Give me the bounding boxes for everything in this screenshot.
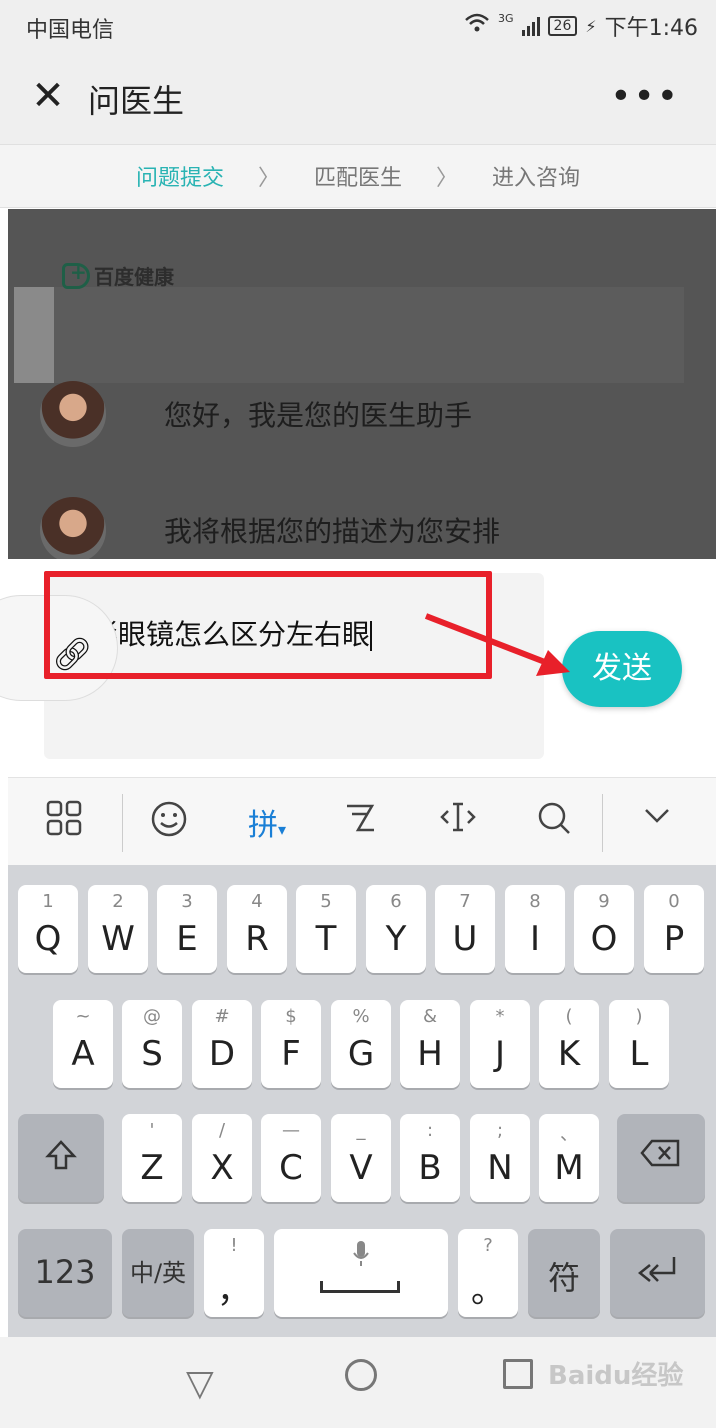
message-text: 我将根据您的描述为您安排 [164,515,501,548]
enter-icon [610,1253,705,1293]
battery-icon: 26 [547,16,578,36]
key-p[interactable]: 0P [644,885,704,973]
chevron-right-icon: 〉 [436,166,459,191]
key-c[interactable]: — C [261,1114,321,1202]
enter-key[interactable] [610,1229,705,1317]
health-logo-icon [62,260,90,289]
assistant-avatar [40,497,106,559]
key-w[interactable]: 2W [88,885,148,973]
compose-area: 隐形眼镜怎么区分左右眼 🔗︎ 发送 [0,559,716,777]
shift-icon [18,1138,104,1180]
message-text: 您好，我是您的医生助手 [164,399,473,432]
language-switch-key[interactable]: 中/英 [122,1229,194,1317]
key-l[interactable]: ) L [609,1000,669,1088]
space-key[interactable] [274,1229,448,1317]
chat-message: 我将根据您的描述为您安排 [40,497,500,559]
blurred-card [14,287,684,383]
key-n[interactable]: ; N [470,1114,530,1202]
charging-icon: ⚡ [585,16,597,36]
brand-name: 百度健康 [94,265,174,289]
grid-menu-icon[interactable] [46,800,82,844]
status-bar: 中国电信 3G 26 ⚡ 下午1:46 [0,0,716,52]
key-x[interactable]: / X [192,1114,252,1202]
key-v[interactable]: _ V [331,1114,391,1202]
home-circle-icon[interactable] [345,1359,377,1391]
key-a[interactable]: ~ A [53,1000,113,1088]
key-r[interactable]: 4R [227,885,287,973]
space-bar-icon [320,1281,400,1293]
key-m[interactable]: 、 M [539,1114,599,1202]
key-f[interactable]: $ F [261,1000,321,1088]
shift-key[interactable] [18,1114,104,1202]
clock: 下午1:46 [604,16,698,41]
key-t[interactable]: 5T [296,885,356,973]
carrier-label: 中国电信 [26,18,115,43]
key-s[interactable]: @ S [122,1000,182,1088]
key-q[interactable]: 1Q [18,885,78,973]
recent-apps-icon[interactable] [503,1359,533,1389]
search-icon[interactable] [536,800,572,844]
period-key[interactable]: ?。 [458,1229,518,1317]
numbers-key[interactable]: 123 [18,1229,112,1317]
watermark: Baidu经验 [548,1361,684,1391]
key-d[interactable]: # D [192,1000,252,1088]
cursor-move-icon[interactable] [438,800,478,842]
back-triangle-icon[interactable]: ▽ [186,1363,214,1404]
key-h[interactable]: & H [400,1000,460,1088]
step-enter-consultation: 进入咨询 [492,166,581,191]
wifi-icon [464,13,490,39]
pinyin-mode-button[interactable]: 拼▾ [248,800,286,844]
microphone-icon [274,1237,448,1275]
progress-steps: 问题提交 〉 匹配医生 〉 进入咨询 [0,144,716,208]
key-u[interactable]: 7U [435,885,495,973]
key-k[interactable]: (K [539,1000,599,1088]
key-i[interactable]: 8I [505,885,565,973]
symbols-key[interactable]: 符 [528,1229,600,1317]
chat-area-overlay: 百度健康 您好，我是您的医生助手 我将根据您的描述为您安排 [8,209,716,559]
key-e[interactable]: 3E [157,885,217,973]
backspace-key[interactable] [617,1114,705,1202]
signal-icon [521,16,540,36]
emoji-icon[interactable] [150,800,188,846]
key-b[interactable]: :B [400,1114,460,1202]
comma-key[interactable]: !， [204,1229,264,1317]
handwriting-icon[interactable] [344,800,378,842]
page-title: 问医生 [88,82,185,120]
app-header: ✕ 问医生 ••• [0,52,716,144]
key-z[interactable]: ' Z [122,1114,182,1202]
system-nav-bar: ▽ Baidu经验 [0,1337,716,1428]
close-icon[interactable]: ✕ [28,76,68,118]
chevron-right-icon: 〉 [257,166,280,191]
keyboard-toolbar: 拼▾ [8,777,716,865]
step-match-doctor: 匹配医生 [313,166,402,191]
more-options-icon[interactable]: ••• [610,76,680,117]
assistant-avatar [40,381,106,447]
send-button[interactable]: 发送 [562,631,682,707]
network-type: 3G [498,11,514,25]
key-g[interactable]: % G [331,1000,391,1088]
brand-logo: 百度健康 [62,260,174,290]
soft-keyboard: 1Q 2W 3E 4R 5T 6Y 7U 8I 9O 0P ~ A @ S # D $… [8,865,716,1337]
key-j[interactable]: * J [470,1000,530,1088]
annotation-arrow [424,613,570,676]
key-y[interactable]: 6Y [366,885,426,973]
key-o[interactable]: 9O [574,885,634,973]
step-submit-question: 问题提交 [135,166,224,191]
backspace-icon [617,1138,705,1176]
chat-message: 您好，我是您的医生助手 [40,381,472,447]
hide-keyboard-icon[interactable] [642,800,672,838]
status-indicators: 3G 26 ⚡ 下午1:46 [464,10,698,42]
